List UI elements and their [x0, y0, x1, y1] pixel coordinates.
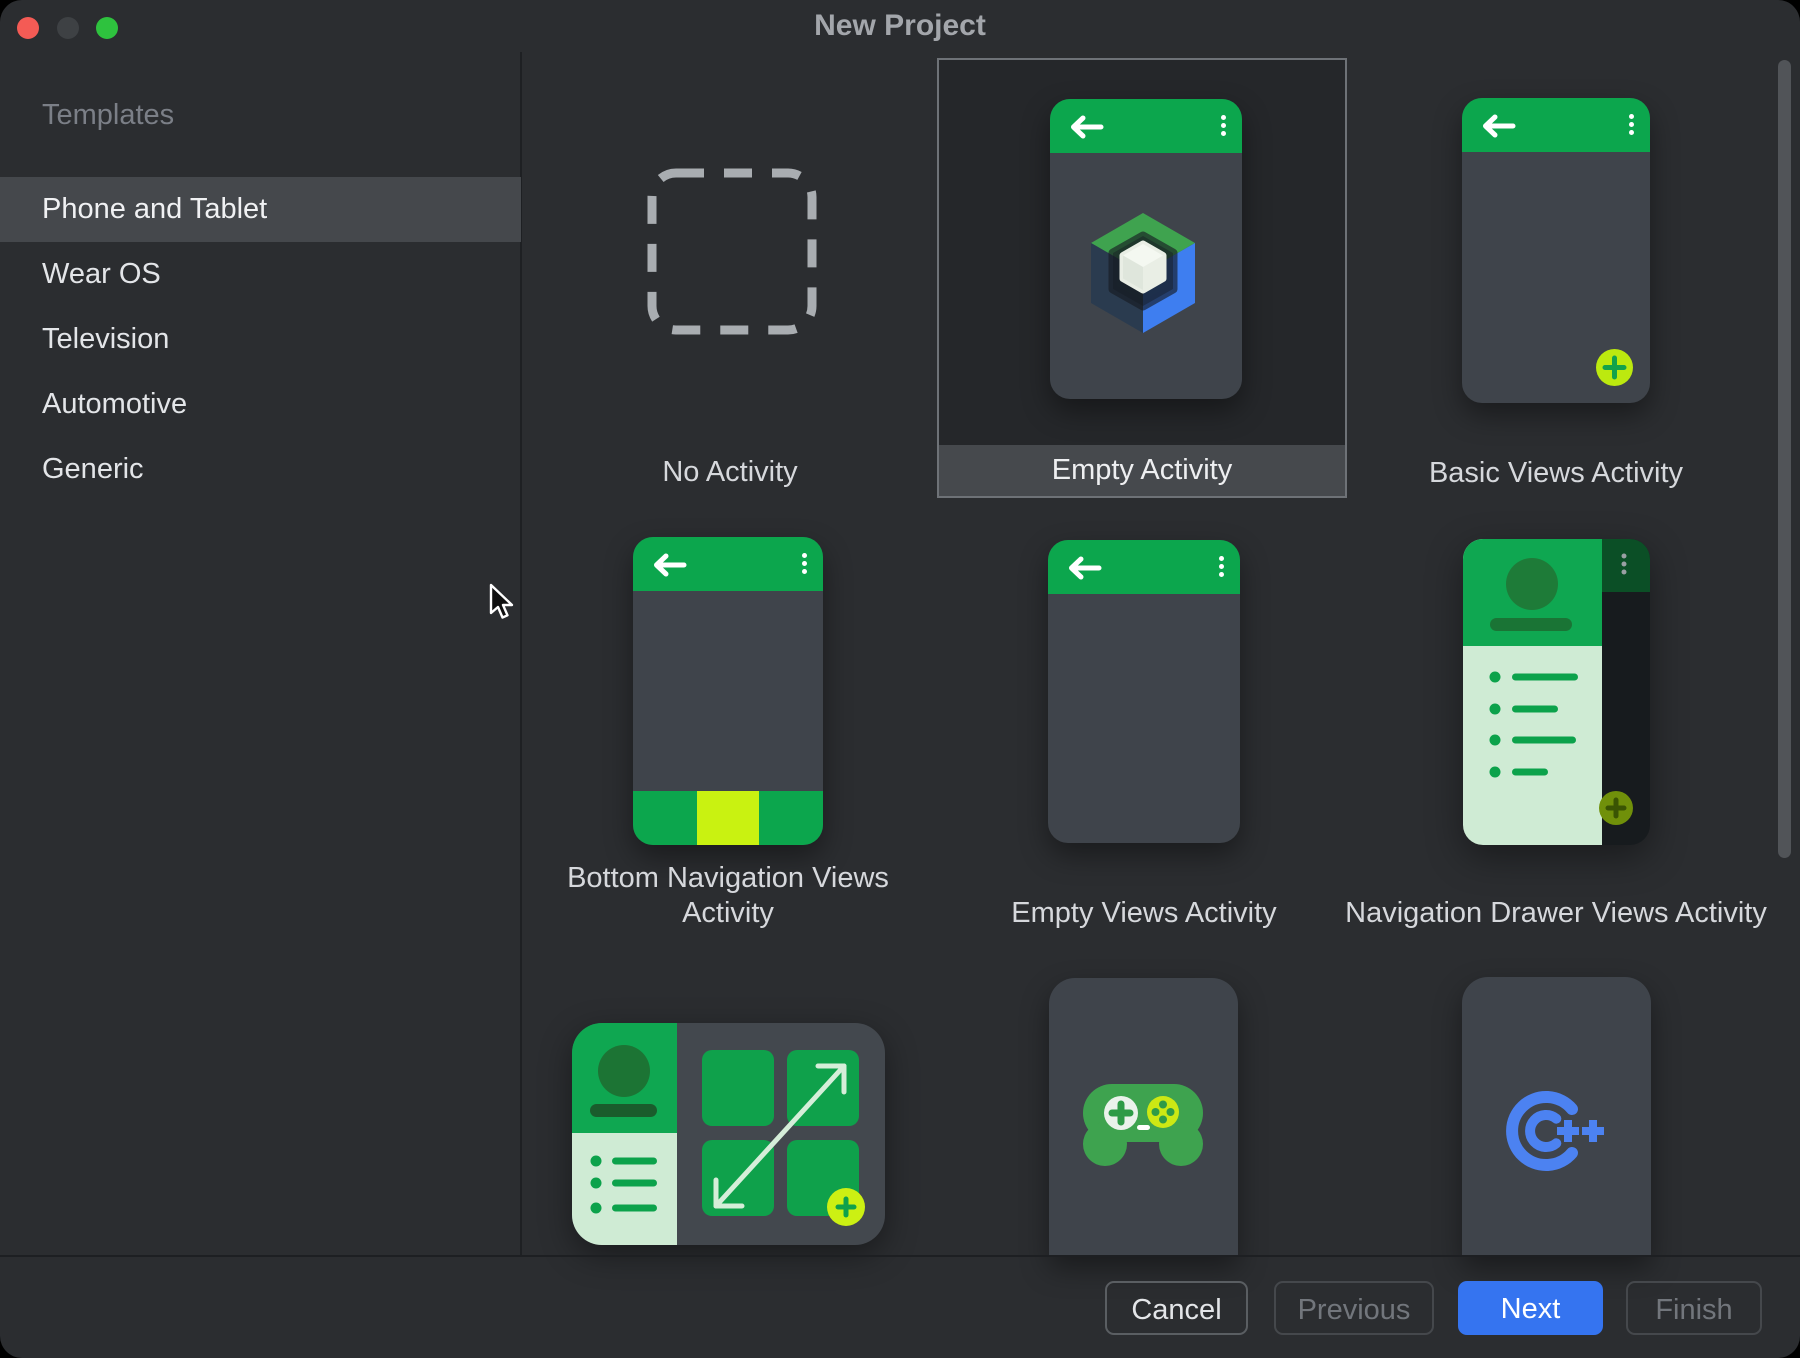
cancel-button[interactable]: Cancel	[1105, 1281, 1248, 1335]
template-label: Navigation Drawer Views Activity	[1326, 896, 1786, 931]
footer-separator	[0, 1255, 1800, 1257]
vertical-scrollbar-thumb[interactable]	[1778, 60, 1791, 858]
phone-mockup	[1048, 540, 1240, 843]
phone-mockup	[1462, 98, 1650, 403]
finish-button[interactable]: Finish	[1626, 1281, 1762, 1335]
new-project-dialog: New Project Templates Phone and Tablet W…	[0, 0, 1800, 1358]
phone-mockup	[1462, 977, 1651, 1256]
dialog-title: New Project	[0, 9, 1800, 43]
back-arrow-icon	[1066, 555, 1102, 581]
toolbar	[1048, 540, 1240, 594]
bottom-nav-selected-tab	[697, 791, 759, 845]
phone-mockup	[1049, 978, 1238, 1256]
template-card-empty-activity[interactable]: Empty Activity	[937, 58, 1347, 498]
kebab-menu-icon	[1219, 553, 1224, 580]
back-arrow-icon	[1480, 113, 1516, 139]
template-label: No Activity	[530, 455, 930, 490]
back-arrow-icon	[1068, 114, 1104, 140]
sidebar-item-automotive[interactable]: Automotive	[0, 372, 521, 437]
tablet-primary-detail-icon	[572, 1023, 885, 1245]
mouse-cursor-icon	[489, 583, 515, 621]
template-label: Basic Views Activity	[1346, 456, 1766, 491]
phone-mockup-navigation-drawer-icon	[1463, 539, 1650, 845]
cpp-logo-icon	[1504, 1089, 1624, 1173]
templates-section-header: Templates	[42, 83, 174, 148]
previous-button[interactable]: Previous	[1274, 1281, 1434, 1335]
phone-mockup	[1050, 99, 1242, 399]
kebab-menu-icon	[802, 550, 807, 577]
kebab-menu-icon	[1629, 111, 1634, 138]
no-activity-dashed-frame-icon	[642, 163, 822, 340]
fab-add-icon	[1596, 349, 1633, 386]
sidebar-item-wear-os[interactable]: Wear OS	[0, 242, 521, 307]
sidebar-item-phone-and-tablet[interactable]: Phone and Tablet	[0, 177, 521, 242]
back-arrow-icon	[651, 552, 687, 578]
phone-mockup	[633, 537, 823, 845]
toolbar	[633, 537, 823, 591]
kebab-menu-icon	[1221, 112, 1226, 139]
next-button[interactable]: Next	[1458, 1281, 1603, 1335]
template-label: Empty Views Activity	[934, 896, 1354, 931]
toolbar	[1050, 99, 1242, 153]
toolbar	[1462, 98, 1650, 152]
game-controller-icon	[1081, 1078, 1205, 1170]
sidebar-item-television[interactable]: Television	[0, 307, 521, 372]
template-label: Bottom Navigation Views Activity	[558, 861, 898, 931]
template-label: Empty Activity	[939, 445, 1345, 496]
jetpack-compose-logo-icon	[1085, 210, 1201, 336]
sidebar-item-generic[interactable]: Generic	[0, 437, 521, 502]
